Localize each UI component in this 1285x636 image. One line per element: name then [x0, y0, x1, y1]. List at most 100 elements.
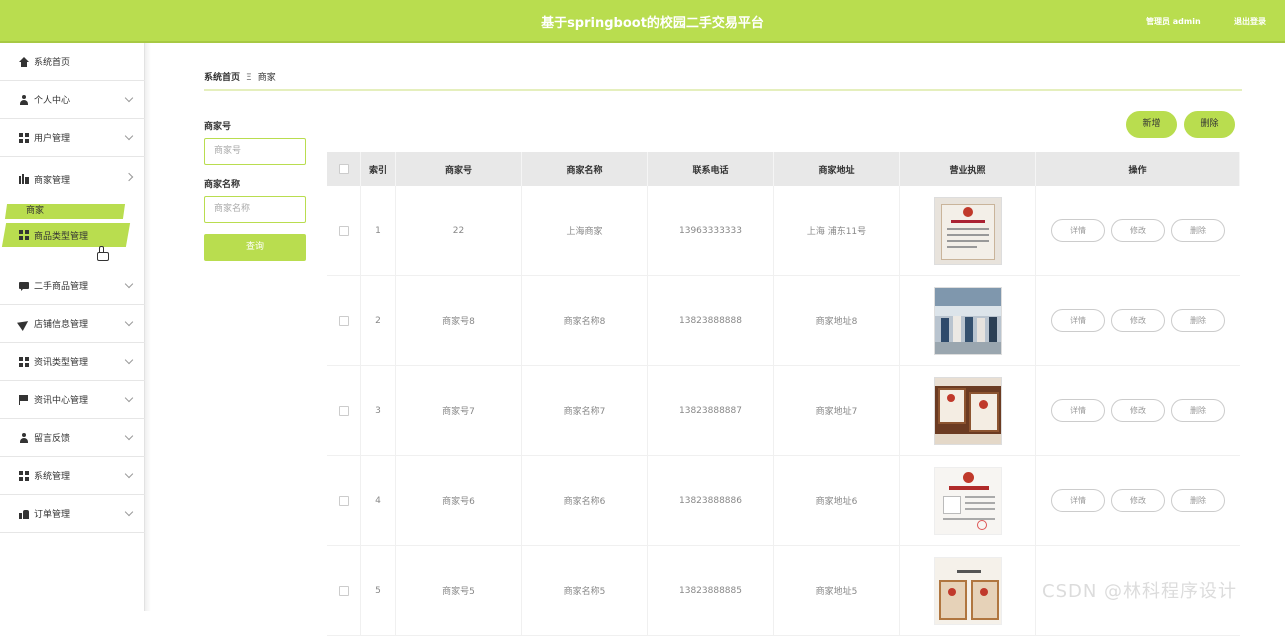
header-license: 营业执照	[900, 152, 1036, 186]
row-delete-button[interactable]: 删除	[1171, 309, 1225, 332]
row-name: 商家名称5	[522, 546, 648, 635]
table-row: 2 商家号8 商家名称8 13823888888 商家地址8 详情 修改 删除	[327, 276, 1240, 366]
merchant-code-input[interactable]: 商家号	[204, 138, 306, 165]
row-name: 商家名称6	[522, 456, 648, 545]
row-checkbox[interactable]	[338, 315, 349, 326]
sidebar-item-feedback[interactable]: 留言反馈	[0, 419, 145, 457]
flag-icon	[19, 394, 29, 405]
row-address: 商家地址6	[774, 456, 900, 545]
chevron-down-icon	[124, 93, 134, 103]
breadcrumb: 系统首页 Ξ 商家	[204, 70, 276, 83]
row-delete-button[interactable]: 删除	[1171, 219, 1225, 242]
sidebar-item-merchants[interactable]: 商家管理	[0, 157, 145, 201]
row-checkbox[interactable]	[338, 405, 349, 416]
sidebar-item-label: 资讯类型管理	[34, 358, 89, 368]
edit-button[interactable]: 修改	[1111, 219, 1165, 242]
logout-button[interactable]: 退出登录	[1234, 16, 1266, 27]
chevron-down-icon	[124, 279, 134, 289]
chevron-down-icon	[124, 355, 134, 365]
row-index: 2	[361, 276, 396, 365]
row-delete-button[interactable]: 删除	[1171, 489, 1225, 512]
sidebar-item-label: 商家管理	[34, 175, 71, 186]
row-checkbox[interactable]	[338, 495, 349, 506]
sidebar-subitem-merchant[interactable]: 商家	[4, 204, 126, 219]
edit-button[interactable]: 修改	[1111, 399, 1165, 422]
row-index: 5	[361, 546, 396, 635]
sidebar-item-orders[interactable]: 订单管理	[0, 495, 145, 533]
row-index: 3	[361, 366, 396, 455]
merchant-name-label: 商家名称	[204, 180, 241, 190]
row-checkbox[interactable]	[338, 585, 349, 596]
row-code: 商家号6	[396, 456, 522, 545]
row-phone: 13823888885	[648, 546, 774, 635]
sidebar-item-goods-type[interactable]: 商品类型管理	[0, 221, 145, 249]
row-address: 上海 浦东11号	[774, 186, 900, 275]
grid-icon	[19, 230, 29, 240]
chevron-up-icon	[124, 172, 134, 182]
chevron-down-icon	[124, 131, 134, 141]
user-icon	[19, 94, 29, 105]
chevron-down-icon	[124, 393, 134, 403]
license-image[interactable]	[933, 466, 1002, 535]
row-phone: 13823888886	[648, 456, 774, 545]
sidebar-item-users[interactable]: 用户管理	[0, 119, 145, 157]
row-delete-button[interactable]: 删除	[1171, 399, 1225, 422]
sidebar-item-system[interactable]: 系统管理	[0, 457, 145, 495]
row-name: 上海商家	[522, 186, 648, 275]
row-address: 商家地址8	[774, 276, 900, 365]
edit-button[interactable]: 修改	[1111, 309, 1165, 332]
current-user: 管理员 admin	[1146, 17, 1201, 26]
search-button[interactable]: 查询	[204, 234, 306, 261]
grid-icon	[19, 356, 29, 367]
row-phone: 13963333333	[648, 186, 774, 275]
row-address: 商家地址5	[774, 546, 900, 635]
row-phone: 13823888888	[648, 276, 774, 365]
license-image[interactable]	[933, 286, 1002, 355]
row-name: 商家名称8	[522, 276, 648, 365]
license-image[interactable]	[933, 376, 1002, 445]
sidebar-item-home[interactable]: 系统首页	[0, 43, 145, 81]
sidebar-item-label: 留言反馈	[34, 434, 71, 444]
edit-button[interactable]: 修改	[1111, 489, 1165, 512]
header-checkbox-cell	[327, 152, 361, 186]
merchant-code-label: 商家号	[204, 122, 232, 132]
sidebar-shadow	[145, 43, 151, 611]
sidebar-item-news-type[interactable]: 资讯类型管理	[0, 343, 145, 381]
chat-icon	[19, 281, 29, 291]
sidebar-item-news-center[interactable]: 资讯中心管理	[0, 381, 145, 419]
sidebar-item-shop-info[interactable]: 店铺信息管理	[0, 305, 145, 343]
row-code: 商家号7	[396, 366, 522, 455]
row-phone: 13823888887	[648, 366, 774, 455]
merchant-name-input[interactable]: 商家名称	[204, 196, 306, 223]
detail-button[interactable]: 详情	[1051, 309, 1105, 332]
row-code: 商家号5	[396, 546, 522, 635]
sidebar-item-label: 店铺信息管理	[34, 320, 89, 330]
row-index: 4	[361, 456, 396, 545]
bar-chart-icon	[19, 174, 29, 184]
detail-button[interactable]: 详情	[1051, 489, 1105, 512]
user-icon	[19, 432, 29, 443]
select-all-checkbox[interactable]	[338, 164, 349, 174]
sidebar-item-label: 个人中心	[34, 96, 71, 106]
chevron-down-icon	[124, 507, 134, 517]
row-checkbox[interactable]	[338, 225, 349, 236]
sidebar-item-second-hand-goods[interactable]: 二手商品管理	[0, 267, 145, 305]
add-button[interactable]: 新增	[1126, 111, 1177, 138]
sidebar-item-profile[interactable]: 个人中心	[0, 81, 145, 119]
sidebar-item-label: 订单管理	[34, 510, 71, 520]
license-image[interactable]	[933, 196, 1002, 265]
detail-button[interactable]: 详情	[1051, 219, 1105, 242]
chevron-down-icon	[124, 431, 134, 441]
row-code: 22	[396, 186, 522, 275]
breadcrumb-divider	[204, 89, 1242, 91]
license-image[interactable]	[933, 556, 1002, 625]
detail-button[interactable]: 详情	[1051, 399, 1105, 422]
breadcrumb-home[interactable]: 系统首页	[204, 73, 240, 83]
top-bar: 基于springboot的校园二手交易平台 管理员 admin 退出登录	[0, 0, 1285, 43]
delete-button[interactable]: 删除	[1184, 111, 1235, 138]
row-name: 商家名称7	[522, 366, 648, 455]
grid-icon	[19, 132, 29, 143]
sidebar-item-label: 用户管理	[34, 134, 71, 144]
chevron-down-icon	[124, 469, 134, 479]
breadcrumb-separator: Ξ	[246, 73, 252, 83]
